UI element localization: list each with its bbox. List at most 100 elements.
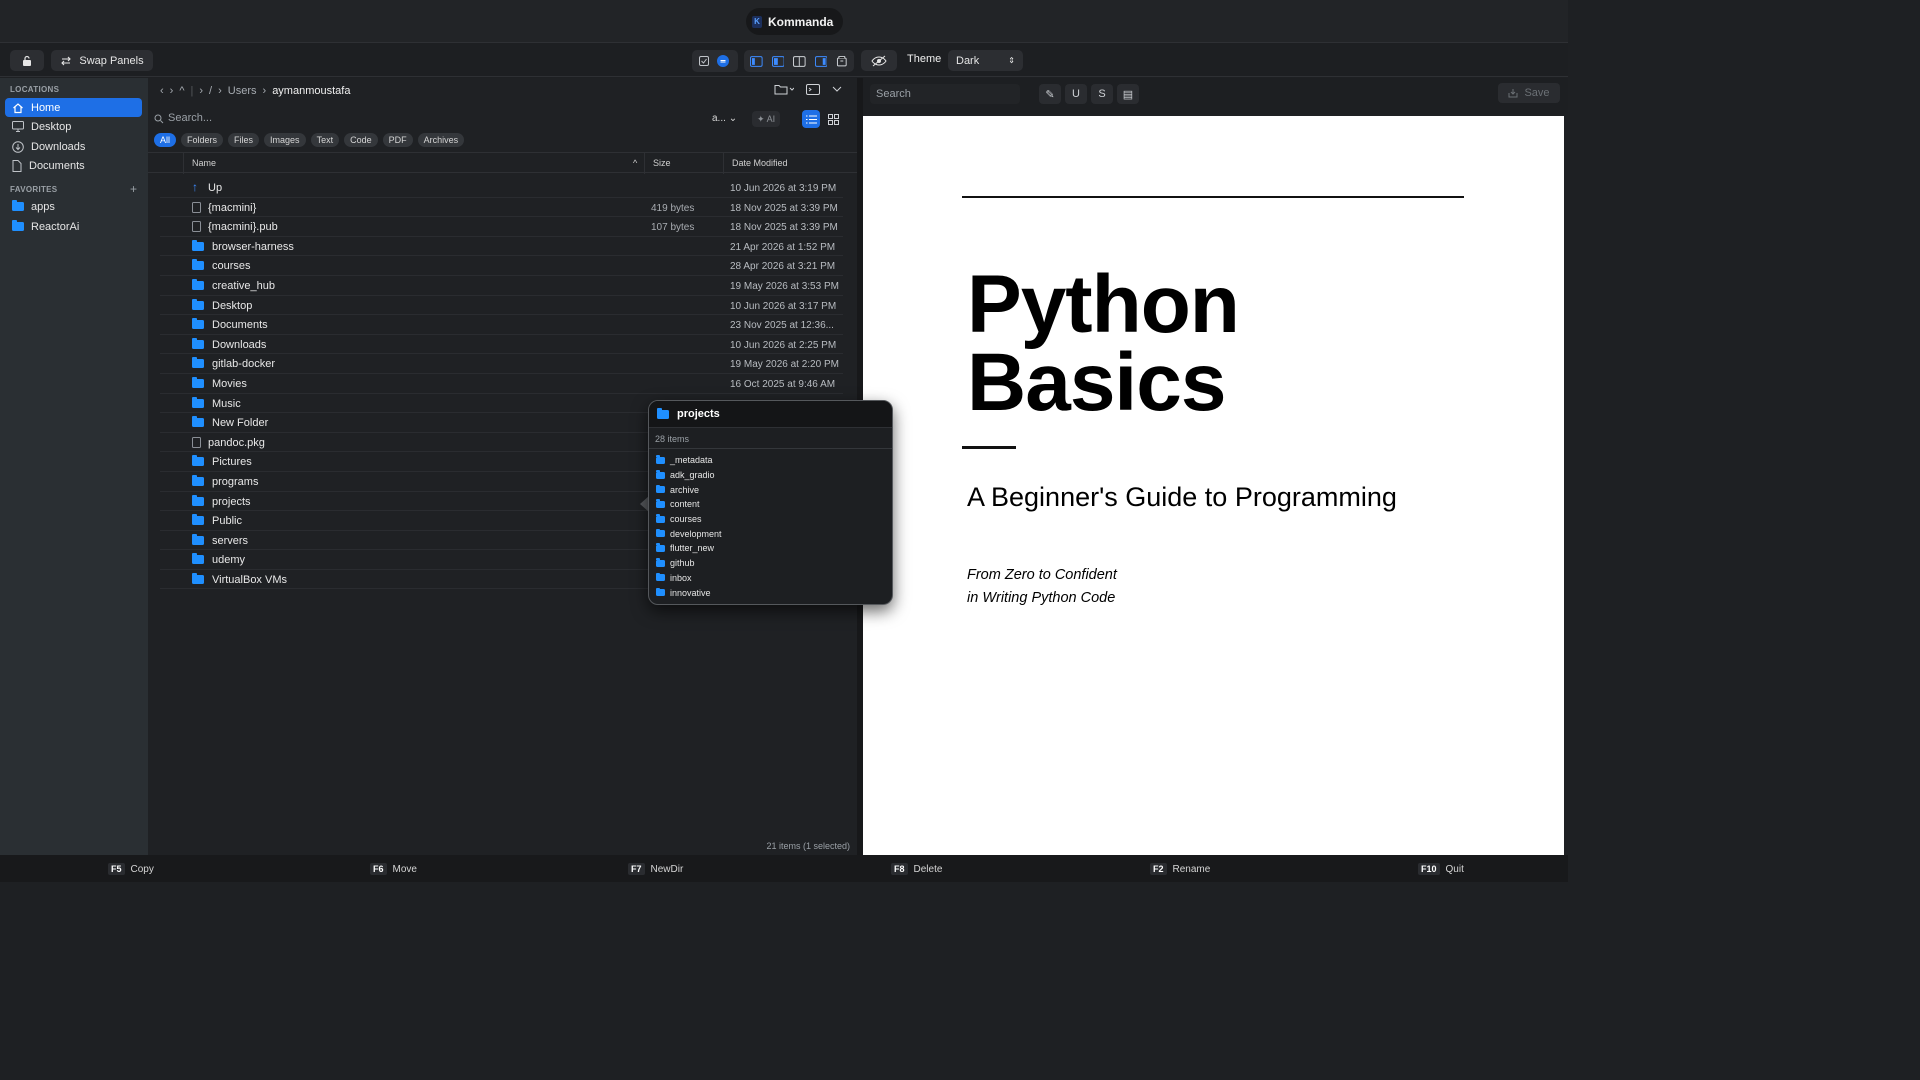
table-row[interactable]: creative_hub 19 May 2026 at 3:53 PM [160, 276, 843, 296]
layout-columns-icon[interactable] [793, 55, 806, 67]
preview-search-input[interactable]: Search [870, 84, 1020, 104]
list-item[interactable]: innovative [656, 585, 722, 600]
file-name: creative_hub [212, 279, 275, 292]
table-row[interactable]: Documents 23 Nov 2025 at 12:36... [160, 315, 843, 335]
filter-chip-all[interactable]: All [154, 133, 177, 147]
fkey-delete[interactable]: F8 Delete [891, 863, 942, 875]
folder-icon [192, 337, 204, 352]
column-name[interactable]: Name [192, 158, 216, 168]
theme-select[interactable]: Dark ⇕ [948, 50, 1023, 71]
preview-toggle-button[interactable] [861, 50, 897, 71]
save-button[interactable]: Save [1498, 83, 1560, 103]
column-date[interactable]: Date Modified [732, 158, 788, 168]
function-key-bar: F5 Copy F6 Move F7 NewDir F8 Delete F2 Rename F10 Q… [0, 855, 1568, 882]
layout-left-icon[interactable] [750, 55, 763, 67]
grid-view-button[interactable] [824, 110, 842, 128]
fkey-quit[interactable]: F10 Quit [1418, 863, 1464, 875]
list-item[interactable]: courses [656, 512, 722, 527]
list-view-button[interactable] [802, 110, 820, 128]
sidebar-item-home[interactable]: Home [5, 98, 142, 117]
back-icon[interactable]: ‹ [160, 85, 164, 97]
sort-ascending-icon: ^ [633, 158, 638, 168]
table-row[interactable]: ↑ Up 10 Jun 2026 at 3:19 PM [160, 178, 843, 198]
layout-right-icon[interactable] [814, 55, 828, 67]
new-folder-icon[interactable] [774, 83, 794, 95]
breadcrumb-parent[interactable]: Users [228, 85, 257, 97]
filter-chip-archives[interactable]: Archives [417, 133, 465, 147]
sidebar-item-label: Home [31, 101, 61, 114]
table-row[interactable]: Desktop 10 Jun 2026 at 3:17 PM [160, 296, 843, 316]
folder-icon [192, 239, 204, 254]
sidebar-item-apps[interactable]: apps [5, 197, 142, 216]
chevron-down-icon[interactable] [832, 85, 842, 93]
file-name: browser-harness [212, 240, 294, 253]
folder-icon [656, 455, 665, 464]
sort-select[interactable]: a... ⌄ [712, 113, 737, 124]
filter-chip-images[interactable]: Images [264, 133, 306, 147]
layout-split-icon[interactable] [771, 55, 785, 67]
column-size[interactable]: Size [653, 158, 671, 168]
file-name: Public [212, 515, 242, 528]
sidebar-item-downloads[interactable]: Downloads [5, 137, 142, 156]
filter-chip-text[interactable]: Text [310, 133, 340, 147]
file-name: Documents [212, 319, 268, 332]
checkbox-icon[interactable] [698, 55, 710, 67]
add-favorite-icon[interactable]: + [130, 182, 137, 196]
breadcrumb-current[interactable]: aymanmoustafa [272, 85, 350, 97]
folder-icon [192, 318, 204, 332]
filter-chip-files[interactable]: Files [228, 133, 260, 147]
note-button[interactable]: ▤ [1117, 84, 1139, 104]
table-row[interactable]: {macmini} 419 bytes 18 Nov 2025 at 3:39 PM [160, 198, 843, 218]
up-icon[interactable]: ^ [179, 85, 184, 97]
fkey-copy[interactable]: F5 Copy [108, 863, 154, 875]
filter-chip-pdf[interactable]: PDF [382, 133, 413, 147]
pen-icon: ✎ [1045, 88, 1055, 101]
list-item[interactable]: content [656, 497, 722, 512]
sync-icon[interactable] [716, 54, 730, 68]
list-item[interactable]: archive [656, 482, 722, 497]
list-item[interactable]: flutter_new [656, 541, 722, 556]
filter-chip-folders[interactable]: Folders [181, 133, 224, 147]
pen-button[interactable]: ✎ [1039, 84, 1061, 104]
table-row[interactable]: Downloads 10 Jun 2026 at 2:25 PM [160, 335, 843, 355]
chevron-updown-icon: ⇕ [1008, 56, 1015, 65]
forward-icon[interactable]: › [170, 85, 174, 97]
file-size: 419 bytes [651, 202, 695, 214]
list-item[interactable]: github [656, 556, 722, 571]
breadcrumb-chevron-icon: › [218, 85, 222, 97]
fkey-rename[interactable]: F2 Rename [1150, 863, 1210, 875]
sidebar-item-documents[interactable]: Documents [5, 156, 142, 175]
file-icon [192, 436, 201, 451]
strikethrough-button[interactable]: S [1091, 84, 1113, 104]
file-search[interactable]: Search... a... ⌄ ✦ AI [154, 110, 851, 128]
file-date: 28 Apr 2026 at 3:21 PM [730, 261, 836, 273]
table-row[interactable]: courses 28 Apr 2026 at 3:21 PM [160, 256, 843, 276]
list-item[interactable]: inbox [656, 571, 722, 586]
sidebar-item-reactorai[interactable]: ReactorAi [5, 217, 142, 236]
list-item[interactable]: adk_gradio [656, 468, 722, 483]
fkey-newdir[interactable]: F7 NewDir [628, 863, 683, 875]
terminal-icon[interactable] [806, 83, 820, 95]
list-item[interactable]: _metadata [656, 453, 722, 468]
list-item[interactable]: development [656, 526, 722, 541]
fkey-key: F8 [891, 863, 908, 875]
top-rule [962, 196, 1464, 198]
fkey-move[interactable]: F6 Move [370, 863, 417, 875]
table-row[interactable]: Movies 16 Oct 2025 at 9:46 AM [160, 374, 843, 394]
table-row[interactable]: browser-harness 21 Apr 2026 at 1:52 PM [160, 237, 843, 257]
app-logo-icon: K [752, 15, 762, 28]
filter-chip-code[interactable]: Code [344, 133, 378, 147]
search-input[interactable]: Search... [168, 112, 212, 124]
folder-icon [656, 470, 665, 479]
breadcrumb-root[interactable]: / [209, 85, 212, 97]
fkey-key: F5 [108, 863, 125, 875]
folder-icon [192, 533, 204, 548]
lock-button[interactable] [10, 50, 44, 71]
ai-button[interactable]: ✦ AI [752, 111, 781, 127]
swap-panels-button[interactable]: Swap Panels [51, 50, 153, 71]
sidebar-item-desktop[interactable]: Desktop [5, 117, 142, 136]
archive-icon[interactable] [836, 55, 848, 67]
table-row[interactable]: gitlab-docker 19 May 2026 at 2:20 PM [160, 354, 843, 374]
underline-button[interactable]: U [1065, 84, 1087, 104]
table-row[interactable]: {macmini}.pub 107 bytes 18 Nov 2025 at 3:3… [160, 217, 843, 237]
